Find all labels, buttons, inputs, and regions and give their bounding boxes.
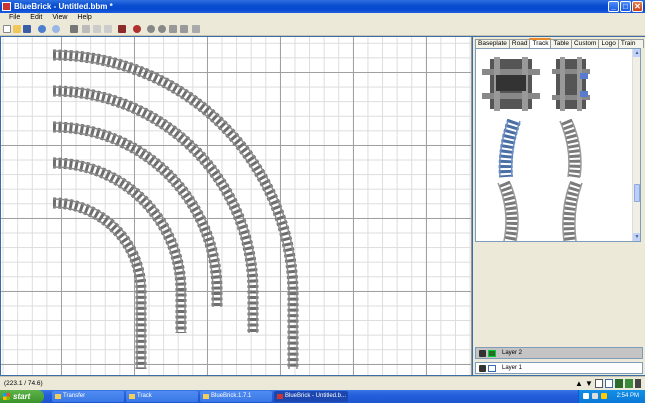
menu-help[interactable]: Help: [72, 13, 96, 23]
toolbar: [0, 23, 645, 36]
library-tabs: Baseplate Road Track Table Custom Logo T…: [475, 38, 644, 55]
brick-layer-icon: [488, 350, 496, 357]
taskbar-item-bluebrick-folder[interactable]: BlueBrick.1.7.1: [200, 391, 272, 402]
redo-icon[interactable]: [52, 25, 60, 33]
arrow-down-icon[interactable]: ▼: [585, 379, 593, 388]
rotate-left-icon[interactable]: [147, 25, 155, 33]
layer-name: Layer 2: [502, 350, 523, 356]
folder-icon: [129, 394, 135, 399]
curved-track-2[interactable]: [52, 157, 187, 333]
curved-track-1[interactable]: [52, 197, 147, 369]
tab-train-set[interactable]: Train Set: [617, 39, 644, 55]
paste-icon[interactable]: [104, 25, 112, 33]
security-icon[interactable]: [601, 393, 607, 399]
library-item-crossing[interactable]: [480, 55, 542, 113]
library-item-blue-curve[interactable]: [494, 119, 524, 179]
layer-row-1[interactable]: Layer 1: [475, 362, 643, 374]
save-icon[interactable]: [23, 25, 31, 33]
send-to-back-icon[interactable]: [169, 25, 177, 33]
right-panel: Baseplate Road Track Table Custom Logo T…: [473, 37, 645, 375]
rotation-step-icon[interactable]: [133, 25, 141, 33]
brick-layer-icon[interactable]: [615, 379, 623, 388]
trash-icon[interactable]: [635, 379, 641, 388]
cut-icon[interactable]: [82, 25, 90, 33]
network-icon[interactable]: [583, 393, 589, 399]
menu-bar: File Edit View Help: [0, 13, 645, 23]
minimize-button[interactable]: _: [608, 1, 619, 12]
tab-logo[interactable]: Logo: [598, 39, 619, 48]
windows-flag-icon: [3, 393, 10, 400]
scroll-up-button[interactable]: ▲: [633, 49, 640, 57]
taskbar: start Transfer Track BlueBrick.1.7.1 Blu…: [0, 390, 645, 403]
library-item-curve-left[interactable]: [496, 181, 526, 242]
paint-icon[interactable]: [192, 25, 200, 33]
grid-layer-icon[interactable]: [605, 379, 613, 388]
track-layout: [52, 49, 299, 369]
app-icon: [2, 2, 11, 11]
part-library: ▲ ▼: [475, 48, 641, 242]
library-item-curve-right[interactable]: [554, 181, 588, 242]
snap-grid-icon[interactable]: [118, 25, 126, 33]
taskbar-item-transfer[interactable]: Transfer: [52, 391, 124, 402]
library-scrollbar[interactable]: ▲ ▼: [632, 49, 640, 241]
text-layer-icon[interactable]: [595, 379, 603, 388]
tab-table[interactable]: Table: [550, 39, 573, 48]
tab-track[interactable]: Track: [529, 38, 552, 48]
copy-icon[interactable]: [93, 25, 101, 33]
title-bar: BlueBrick - Untitled.bbm * _ □ ✕: [0, 0, 645, 13]
arrow-up-icon[interactable]: ▲: [575, 379, 583, 388]
status-bar: (223.1 / 74.6) ▲ ▼: [0, 376, 645, 390]
tab-road[interactable]: Road: [508, 39, 531, 48]
visibility-eye-icon[interactable]: [479, 365, 486, 372]
folder-icon: [203, 394, 209, 399]
undo-icon[interactable]: [38, 25, 46, 33]
open-folder-icon[interactable]: [13, 25, 21, 33]
scroll-thumb[interactable]: [634, 184, 640, 202]
library-item-gray-curve[interactable]: [556, 119, 586, 179]
taskbar-item-bluebrick-app[interactable]: BlueBrick - Untitled.b...: [274, 391, 348, 402]
layer-name: Layer 1: [502, 365, 523, 371]
layer-row-2[interactable]: Layer 2: [475, 347, 643, 359]
volume-icon[interactable]: [592, 393, 598, 399]
system-tray: 2:54 PM: [578, 390, 645, 403]
window-title: BlueBrick - Untitled.bbm *: [14, 2, 113, 11]
delete-icon[interactable]: [70, 25, 78, 33]
area-layer-icon[interactable]: [625, 379, 633, 388]
menu-file[interactable]: File: [4, 13, 25, 23]
folder-icon: [55, 394, 61, 399]
start-button[interactable]: start: [0, 390, 44, 403]
menu-edit[interactable]: Edit: [25, 13, 47, 23]
scroll-down-button[interactable]: ▼: [633, 233, 640, 241]
rotate-right-icon[interactable]: [158, 25, 166, 33]
tab-custom[interactable]: Custom: [571, 39, 600, 48]
bring-to-front-icon[interactable]: [180, 25, 188, 33]
clock: 2:54 PM: [616, 393, 639, 399]
tab-baseplate[interactable]: Baseplate: [475, 39, 510, 48]
bluebrick-app-icon: [277, 394, 283, 399]
grid-layer-icon: [488, 365, 496, 372]
maximize-button[interactable]: □: [620, 1, 631, 12]
taskbar-item-track[interactable]: Track: [126, 391, 198, 402]
map-canvas[interactable]: [1, 37, 472, 375]
coordinates-readout: (223.1 / 74.6): [4, 380, 43, 387]
curved-track-3[interactable]: [52, 121, 223, 307]
library-item-switch[interactable]: [552, 55, 590, 113]
new-file-icon[interactable]: [3, 25, 11, 33]
close-button[interactable]: ✕: [632, 1, 643, 12]
visibility-eye-icon[interactable]: [479, 350, 486, 357]
menu-view[interactable]: View: [47, 13, 72, 23]
